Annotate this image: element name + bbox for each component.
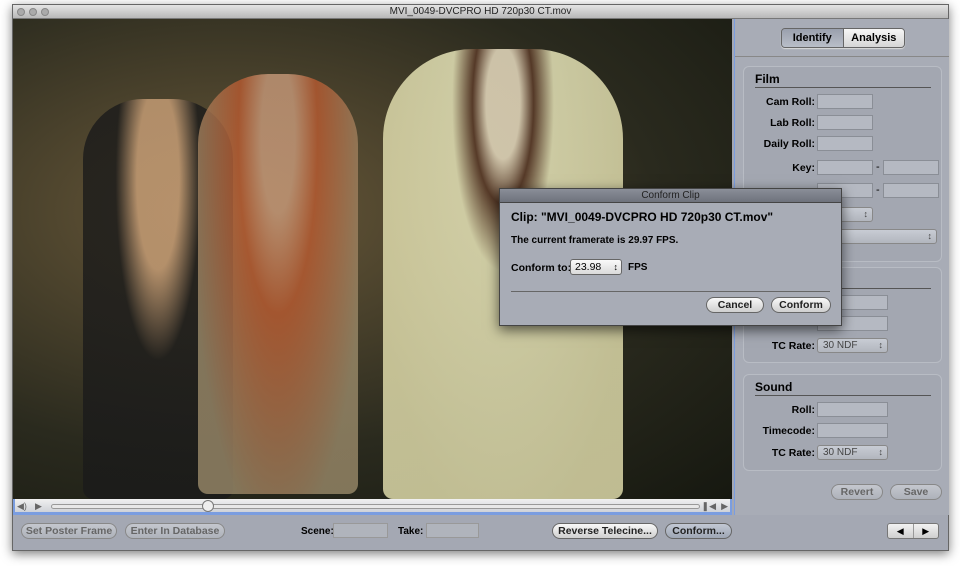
dialog-title: Conform Clip — [500, 189, 841, 203]
divider — [511, 291, 830, 292]
conform-clip-dialog: Conform Clip Clip: "MVI_0049-DVCPRO HD 7… — [499, 188, 842, 326]
daily-roll-field[interactable] — [817, 136, 873, 151]
person-middle — [198, 74, 358, 494]
sound-roll-field[interactable] — [817, 402, 888, 417]
scene-label: Scene: — [301, 526, 334, 537]
cam-roll-field[interactable] — [817, 94, 873, 109]
title-bar: MVI_0049-DVCPRO HD 720p30 CT.mov — [13, 5, 948, 19]
cam-roll-label: Cam Roll: — [765, 96, 815, 108]
lab-roll-label: Lab Roll: — [770, 117, 815, 129]
clip-name: Clip: "MVI_0049-DVCPRO HD 720p30 CT.mov" — [511, 210, 774, 224]
conform-to-popup[interactable]: 23.98 — [570, 259, 622, 275]
cancel-button[interactable]: Cancel — [706, 297, 764, 313]
play-icon[interactable]: ▶ — [35, 501, 42, 512]
reverse-telecine-button[interactable]: Reverse Telecine... — [552, 523, 658, 539]
next-icon[interactable]: ▶ — [914, 524, 939, 538]
timecode-label: Timecode: — [762, 425, 815, 437]
timecode-field[interactable] — [817, 423, 888, 438]
conform-to-label: Conform to: — [511, 262, 572, 274]
bottom-toolbar: Set Poster Frame Enter In Database Scene… — [13, 515, 949, 551]
key-label: Key: — [792, 162, 815, 174]
daily-roll-label: Daily Roll: — [763, 138, 815, 150]
tab-identify[interactable]: Identify — [782, 29, 844, 47]
film-title: Film — [755, 72, 780, 86]
window-title: MVI_0049-DVCPRO HD 720p30 CT.mov — [389, 6, 572, 17]
close-button[interactable] — [17, 8, 25, 16]
key-field-end[interactable] — [883, 160, 939, 175]
sound-tc-rate-label: TC Rate: — [771, 447, 815, 459]
playhead-thumb[interactable] — [201, 500, 214, 512]
field-end-2[interactable] — [883, 183, 939, 198]
prev-next-control: ◀ ▶ — [887, 523, 939, 539]
video-tc-rate-popup[interactable]: 30 NDF — [817, 338, 888, 353]
tab-control: Identify Analysis — [781, 28, 905, 48]
volume-icon[interactable]: ◀) — [17, 501, 27, 512]
take-field[interactable] — [426, 523, 479, 538]
sound-group: Sound Roll: Timecode: TC Rate: 30 NDF — [743, 374, 942, 471]
conform-button[interactable]: Conform... — [665, 523, 732, 539]
divider — [735, 56, 949, 57]
step-back-icon[interactable]: ❚◀ — [702, 501, 716, 512]
playhead-track[interactable] — [51, 504, 700, 509]
lab-roll-field[interactable] — [817, 115, 873, 130]
take-label: Take: — [398, 526, 424, 537]
revert-button[interactable]: Revert — [831, 484, 883, 500]
dash: - — [876, 184, 880, 196]
sound-title: Sound — [755, 380, 793, 394]
step-forward-icon[interactable]: ▶ — [721, 501, 728, 512]
minimize-button[interactable] — [29, 8, 37, 16]
tab-analysis[interactable]: Analysis — [843, 29, 904, 47]
video-tc-rate-label: TC Rate: — [771, 340, 815, 352]
fps-label: FPS — [628, 262, 648, 273]
confirm-conform-button[interactable]: Conform — [771, 297, 831, 313]
scene-field[interactable] — [333, 523, 388, 538]
scrubber-bar: ◀) ▶ ❚◀ ▶ — [13, 499, 732, 515]
current-framerate: The current framerate is 29.97 FPS. — [511, 235, 679, 246]
enter-in-database-button[interactable]: Enter In Database — [125, 523, 225, 539]
sound-tc-rate-popup[interactable]: 30 NDF — [817, 445, 888, 460]
previous-icon[interactable]: ◀ — [888, 524, 914, 538]
set-poster-frame-button[interactable]: Set Poster Frame — [21, 523, 117, 539]
key-field-start[interactable] — [817, 160, 873, 175]
sound-roll-label: Roll: — [791, 404, 815, 416]
save-button[interactable]: Save — [890, 484, 942, 500]
zoom-button[interactable] — [41, 8, 49, 16]
dash: - — [876, 161, 880, 173]
